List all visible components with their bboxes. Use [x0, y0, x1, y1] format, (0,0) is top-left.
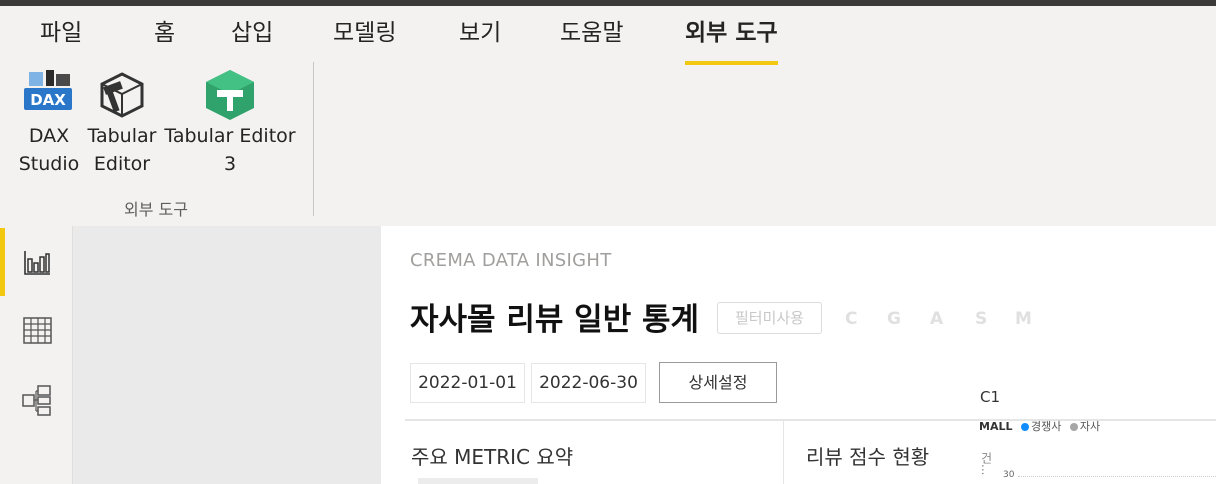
table-grid-icon — [23, 317, 52, 344]
tabular-editor-button[interactable]: Tabular Editor — [86, 68, 158, 178]
y-axis-label: 건... — [979, 452, 993, 476]
detail-settings-button[interactable]: 상세설정 — [659, 362, 777, 403]
dax-icon-text: DAX — [30, 91, 66, 109]
dax-studio-icon: DAX — [24, 70, 72, 110]
start-date-input[interactable]: 2022-01-01 — [410, 363, 525, 403]
model-view-icon[interactable] — [20, 383, 54, 417]
chart-title: C1 — [980, 388, 1001, 406]
legend-label-competitor: 경쟁사 — [1030, 420, 1062, 433]
filter-letter-m[interactable]: M — [1015, 309, 1032, 329]
dax-studio-button[interactable]: DAX DAX Studio — [14, 68, 84, 178]
group-separator — [313, 62, 314, 216]
group-label: 외부 도구 — [124, 200, 188, 219]
metric-summary-title: 주요 METRIC 요약 — [411, 445, 574, 469]
legend-title: MALL — [979, 420, 1013, 433]
y-axis-tick: 30 — [1003, 470, 1015, 480]
external-tools-group: DAX DAX Studio Tabular Editor Tabular Ed… — [0, 62, 315, 219]
tab-file[interactable]: 파일 — [40, 16, 82, 56]
section-vertical-divider — [783, 421, 784, 484]
tabular-editor-3-button[interactable]: Tabular Editor 3 — [162, 68, 298, 178]
chart-gridline — [1018, 476, 1216, 477]
end-date-input[interactable]: 2022-06-30 — [531, 363, 646, 403]
dax-studio-label-1: DAX — [28, 125, 70, 147]
active-view-indicator — [0, 228, 5, 296]
tab-external-tools[interactable]: 외부 도구 — [685, 16, 778, 65]
filter-letter-s[interactable]: S — [975, 309, 987, 329]
review-score-title: 리뷰 점수 현황 — [806, 445, 930, 469]
legend-dot-competitor — [1020, 423, 1029, 431]
tabular-editor-3-label-2: 3 — [223, 153, 237, 175]
tab-home[interactable]: 홈 — [154, 16, 175, 56]
brand-label: CREMA DATA INSIGHT — [410, 250, 612, 271]
page-title: 자사몰 리뷰 일반 통계 — [410, 302, 700, 338]
tab-insert[interactable]: 삽입 — [231, 16, 273, 56]
legend-label-own: 자사 — [1079, 420, 1101, 433]
chart-legend: MALL 경쟁사 자사 — [979, 418, 1100, 434]
tabular-editor-label-2: Editor — [93, 153, 151, 175]
tab-help[interactable]: 도움말 — [560, 16, 623, 56]
dax-studio-label-2: Studio — [18, 153, 80, 175]
data-view-icon[interactable] — [20, 313, 54, 347]
filter-letter-c[interactable]: C — [845, 309, 857, 329]
tabular-editor-3-icon — [206, 70, 254, 120]
filter-letter-a[interactable]: A — [930, 309, 943, 329]
filter-status-badge[interactable]: 필터미사용 — [717, 302, 822, 334]
tabular-editor-label-1: Tabular — [87, 125, 157, 147]
tabular-editor-3-label-1: Tabular Editor — [164, 125, 296, 147]
bar-chart-icon — [24, 251, 50, 275]
model-diagram-icon — [22, 385, 51, 416]
legend-dot-own — [1069, 423, 1078, 431]
tab-modeling[interactable]: 모델링 — [333, 16, 396, 56]
faded-subtext — [418, 478, 538, 484]
filter-letter-g[interactable]: G — [887, 309, 901, 329]
tabular-editor-icon — [100, 72, 144, 118]
tab-view[interactable]: 보기 — [459, 16, 501, 56]
report-view-icon[interactable] — [20, 245, 54, 279]
